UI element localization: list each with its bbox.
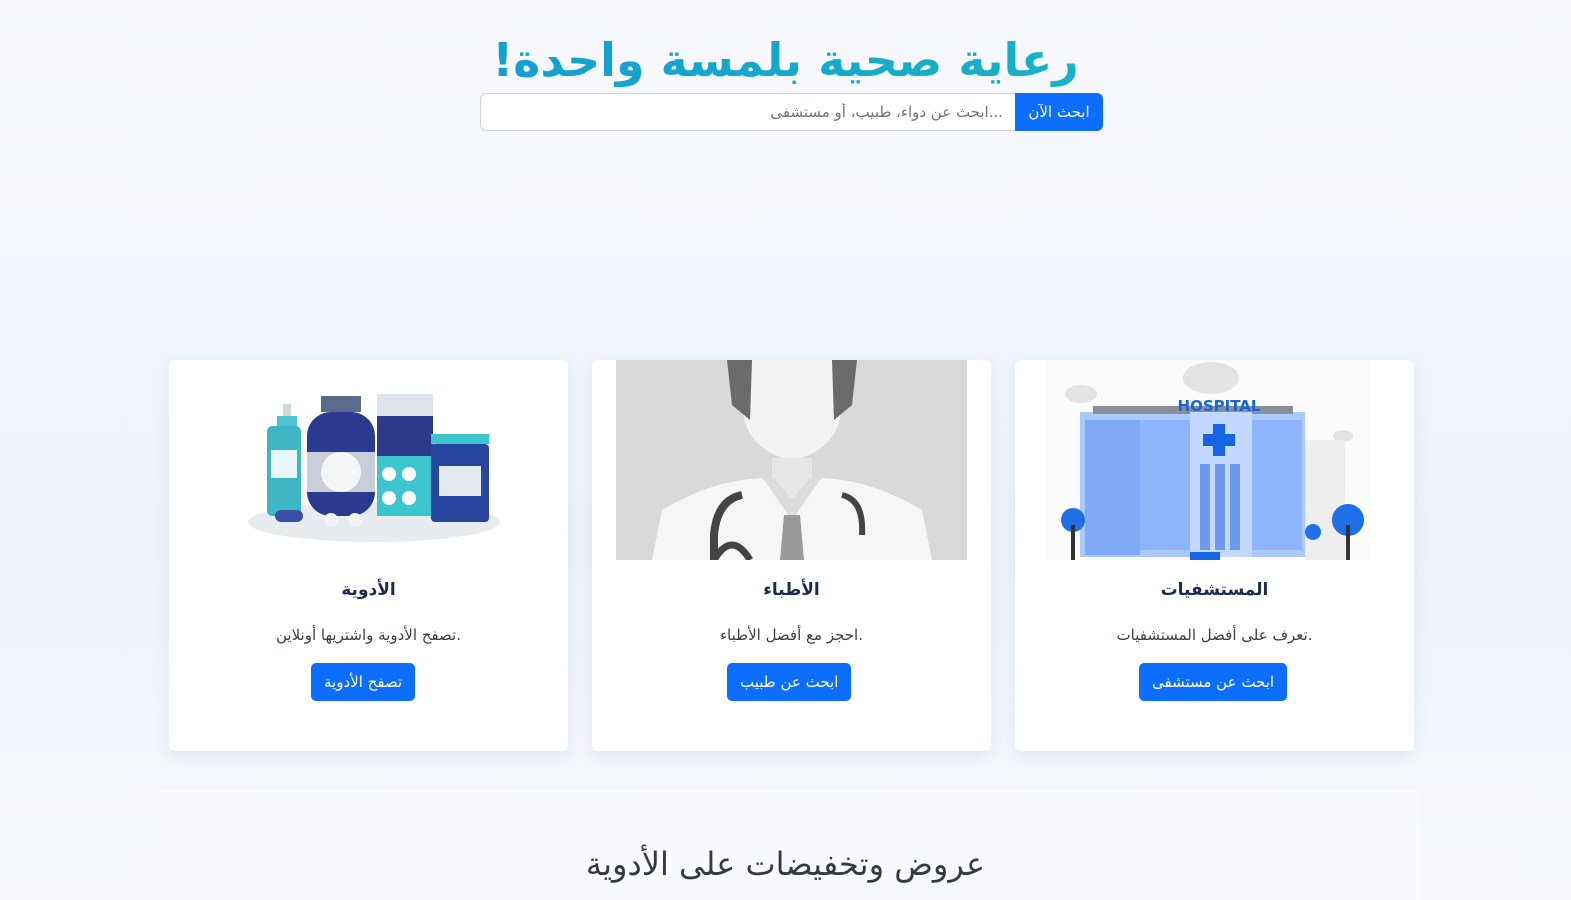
doctor-silhouette-icon — [592, 360, 991, 562]
card-description: .تصفح الأدوية واشتريها أونلاين — [276, 626, 461, 644]
offers-title: عروض وتخفيضات على الأدوية — [585, 845, 986, 883]
card-title: الأطباء — [763, 580, 820, 600]
search-button[interactable]: ابحث الآن — [1015, 93, 1103, 131]
medicines-card: الأدوية .تصفح الأدوية واشتريها أونلاين ت… — [169, 360, 568, 751]
hero-section: !رعاية صحية بلمسة واحدة ابحث الآن — [0, 0, 1571, 340]
hero-title: !رعاية صحية بلمسة واحدة — [0, 30, 1571, 90]
card-title: المستشفيات — [1160, 580, 1269, 600]
hospital-illustration-icon: HOSPITAL — [1015, 360, 1414, 560]
find-hospital-button[interactable]: ابحث عن مستشفى — [1139, 663, 1288, 701]
search-input[interactable] — [480, 93, 1015, 131]
search-bar: ابحث الآن — [480, 93, 1103, 131]
medicine-bottles-icon — [169, 360, 568, 560]
hospital-sign-text: HOSPITAL — [1178, 397, 1261, 415]
card-title: الأدوية — [341, 580, 396, 600]
find-doctor-button[interactable]: ابحث عن طبيب — [727, 663, 852, 701]
hospitals-card: HOSPITAL المستشفيات .تعرف على أفضل المست… — [1015, 360, 1414, 751]
card-description: .احجز مع أفضل الأطباء — [719, 626, 863, 644]
browse-medicines-button[interactable]: تصفح الأدوية — [311, 663, 416, 701]
card-description: .تعرف على أفضل المستشفيات — [1116, 626, 1313, 644]
doctors-card: الأطباء .احجز مع أفضل الأطباء ابحث عن طب… — [592, 360, 991, 751]
